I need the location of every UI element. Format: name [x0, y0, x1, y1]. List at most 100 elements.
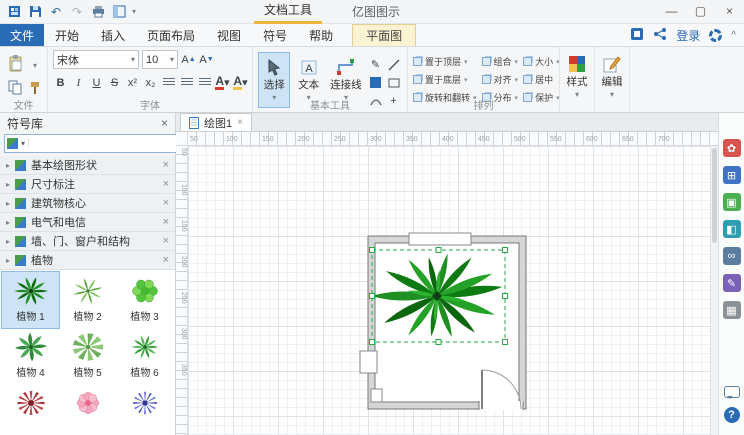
save-icon[interactable] [27, 3, 43, 20]
plant-item-3[interactable]: 植物 3 [116, 272, 173, 328]
superscript-button[interactable]: x² [125, 74, 140, 91]
plant-item-7[interactable] [2, 384, 59, 435]
expander-icon[interactable]: ▸ [6, 161, 10, 170]
plant-item-5[interactable]: 植物 5 [59, 328, 116, 384]
subscript-button[interactable]: x₂ [143, 74, 158, 91]
plant-item-2[interactable]: 植物 2 [59, 272, 116, 328]
line-tool-icon[interactable] [386, 56, 401, 73]
fixture-shape[interactable] [370, 388, 383, 403]
expander-icon[interactable]: ▸ [6, 237, 10, 246]
bring-to-front-button[interactable]: 置于顶层 ▾ [413, 53, 477, 70]
symbol-library-icon[interactable]: ⊞ [722, 166, 741, 184]
fill-color-icon[interactable] [368, 74, 383, 91]
ribbon-tab[interactable]: 符号 [252, 24, 298, 46]
symbol-section-row[interactable]: ▸ 基本绘图形状 × [0, 156, 175, 175]
bold-button[interactable]: B [53, 74, 68, 91]
shrink-font-button[interactable]: A ▼ [199, 51, 214, 68]
symbol-section-row[interactable]: ▸ 植物 × [0, 251, 175, 270]
ribbon-tab[interactable]: 视图 [206, 24, 252, 46]
paste-icon[interactable] [8, 55, 23, 75]
symbol-section-row[interactable]: ▸ 墙、门、窗户和结构 × [0, 232, 175, 251]
picture-icon[interactable]: ▣ [722, 193, 741, 211]
plant-item-8[interactable] [59, 384, 116, 435]
section-close-icon[interactable]: × [163, 197, 169, 209]
pen-tool-icon[interactable]: ✎ [368, 56, 383, 73]
symbol-section-row[interactable]: ▸ 建筑物核心 × [0, 194, 175, 213]
plant-item-6[interactable]: 植物 6 [116, 328, 173, 384]
view-options-icon[interactable]: ▦ [722, 301, 741, 319]
symbol-section-row[interactable]: ▸ 电气和电信 × [0, 213, 175, 232]
chevron-down-icon[interactable]: ▾ [21, 139, 30, 148]
note-icon[interactable]: ✎ [722, 274, 741, 292]
document-tab[interactable]: 绘图1 × [180, 113, 252, 131]
print-icon[interactable] [90, 3, 106, 20]
align-button[interactable]: 对齐 ▾ [481, 71, 518, 88]
scrollbar-thumb[interactable] [712, 148, 717, 243]
window-top-shape[interactable] [408, 232, 472, 246]
expander-icon[interactable]: ▸ [6, 256, 10, 265]
app-logo-icon[interactable] [6, 3, 22, 20]
font-name-select[interactable]: 宋体 ▾ [53, 50, 139, 69]
size-button[interactable]: 大小 ▾ [523, 53, 559, 70]
plant-item-1[interactable]: 植物 1 [1, 271, 60, 329]
maximize-button[interactable]: ▢ [686, 0, 715, 24]
quick-access-dropdown-icon[interactable]: ▾ [132, 7, 136, 16]
section-close-icon[interactable]: × [163, 254, 169, 266]
plant-item-9[interactable] [116, 384, 173, 435]
symbol-search-input[interactable] [32, 136, 175, 151]
section-close-icon[interactable]: × [163, 159, 169, 171]
expander-icon[interactable]: ▸ [6, 218, 10, 227]
document-tab-close-icon[interactable]: × [237, 117, 243, 128]
symbol-section-row[interactable]: ▸ 尺寸标注 × [0, 175, 175, 194]
ribbon-tab[interactable]: 插入 [90, 24, 136, 46]
expander-icon[interactable]: ▸ [6, 199, 10, 208]
hyperlink-icon[interactable]: ∞ [722, 247, 741, 265]
section-close-icon[interactable]: × [163, 178, 169, 190]
copy-icon[interactable] [8, 80, 22, 98]
undo-icon[interactable]: ↶ [48, 3, 64, 20]
app-grid-icon[interactable] [630, 27, 644, 44]
window-left-shape[interactable] [359, 350, 378, 374]
edit-button[interactable]: 编辑 ▾ [600, 50, 624, 103]
tab-floor-plan[interactable]: 平面图 [352, 24, 417, 46]
strikethrough-button[interactable]: S [107, 74, 122, 91]
ribbon-tab[interactable]: 开始 [44, 24, 90, 46]
login-button[interactable]: 登录 [676, 27, 700, 44]
format-painter-icon[interactable] [29, 81, 41, 98]
clipart-icon[interactable]: ✿ [722, 139, 741, 157]
rectangle-tool-icon[interactable] [386, 74, 401, 91]
format-panel-icon[interactable]: ◧ [722, 220, 741, 238]
collapse-ribbon-icon[interactable]: ^ [731, 30, 736, 41]
share-icon[interactable] [653, 27, 667, 44]
section-close-icon[interactable]: × [163, 216, 169, 228]
close-button[interactable]: × [715, 0, 744, 24]
help-icon[interactable]: ? [723, 407, 740, 423]
expander-icon[interactable]: ▸ [6, 180, 10, 189]
ribbon-tab[interactable]: 帮助 [298, 24, 344, 46]
minimize-button[interactable]: — [657, 0, 686, 24]
file-menu-button[interactable]: 文件 [0, 24, 44, 46]
italic-button[interactable]: I [71, 74, 86, 91]
symbol-search-combo[interactable]: ▾ [4, 134, 178, 153]
ribbon-tab[interactable]: 页面布局 [136, 24, 206, 46]
window-layout-icon[interactable] [111, 3, 127, 20]
paste-dropdown-icon[interactable]: ▾ [33, 61, 37, 70]
contextual-tool-tab[interactable]: 文档工具 [254, 0, 323, 24]
style-button[interactable]: 样式 ▾ [565, 50, 589, 103]
drawing-canvas[interactable] [188, 146, 710, 435]
settings-gear-icon[interactable] [709, 28, 723, 42]
group-button[interactable]: 组合 ▾ [481, 53, 518, 70]
font-size-select[interactable]: 10 ▾ [142, 50, 178, 69]
center-button[interactable]: 居中 [523, 71, 559, 88]
highlight-color-button[interactable]: A ▾ [233, 74, 248, 91]
redo-icon[interactable]: ↷ [69, 3, 85, 20]
panel-close-icon[interactable]: × [161, 116, 168, 130]
vertical-scrollbar[interactable] [710, 146, 718, 435]
align-center-button[interactable] [179, 74, 194, 91]
align-left-button[interactable] [161, 74, 176, 91]
comment-icon[interactable] [723, 386, 740, 399]
send-to-back-button[interactable]: 置于底层 ▾ [413, 71, 477, 88]
plant-item-4[interactable]: 植物 4 [2, 328, 59, 384]
section-close-icon[interactable]: × [163, 235, 169, 247]
underline-button[interactable]: U [89, 74, 104, 91]
